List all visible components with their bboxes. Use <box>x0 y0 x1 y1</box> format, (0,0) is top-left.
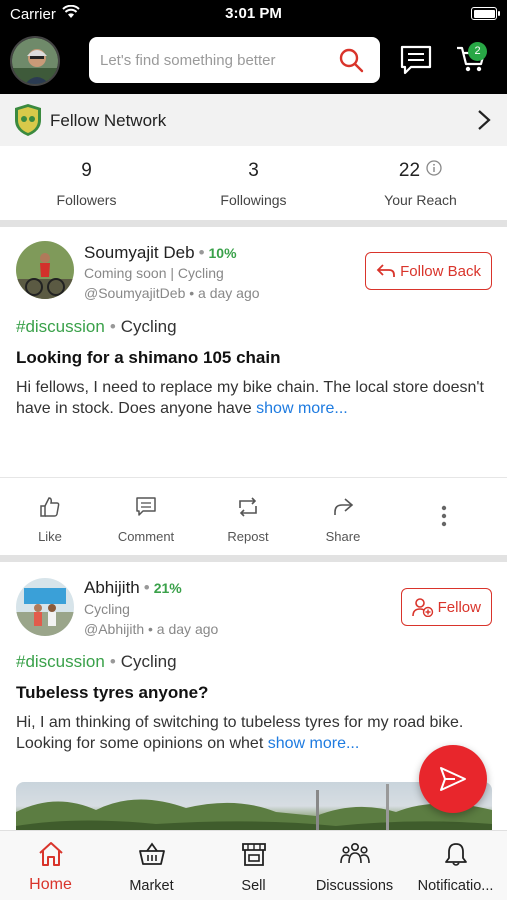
cart-count-badge: 2 <box>468 42 487 61</box>
status-bar: Carrier 3:01 PM <box>0 0 507 28</box>
post-card: Soumyajit Deb • 10% Coming soon | Cycling … <box>0 227 507 553</box>
post-author: Abhijith • 21% <box>84 578 182 597</box>
search-icon[interactable] <box>338 47 364 78</box>
tab-home-label: Home <box>29 876 72 893</box>
search-bar[interactable] <box>89 37 380 83</box>
follow-label: Fellow <box>437 598 481 616</box>
compose-post-button[interactable] <box>419 745 487 813</box>
app-header: 2 <box>0 28 507 94</box>
comment-label: Comment <box>117 529 175 544</box>
add-user-icon <box>411 598 433 617</box>
tab-notifications-label: Notificatio... <box>417 878 494 894</box>
tab-sell[interactable]: Sell <box>203 841 304 894</box>
post-meta: @Abhijith • a day ago <box>84 621 219 637</box>
share-icon <box>334 498 354 515</box>
tab-sell-label: Sell <box>241 878 266 894</box>
tab-notifications[interactable]: Notificatio... <box>405 841 506 894</box>
follow-back-button[interactable]: Follow Back <box>365 252 492 290</box>
share-label: Share <box>325 529 361 544</box>
author-name[interactable]: Abhijith <box>84 578 140 597</box>
stat-followers[interactable]: 9 Followers <box>2 160 171 208</box>
tab-market-label: Market <box>129 878 174 894</box>
send-icon <box>440 767 466 791</box>
author-name[interactable]: Soumyajit Deb <box>84 243 195 262</box>
fellow-network-row[interactable]: Fellow Network <box>0 94 507 146</box>
repost-button[interactable]: Repost <box>203 496 293 544</box>
section-divider <box>0 555 507 562</box>
battery-icon <box>471 7 500 20</box>
profile-avatar[interactable] <box>10 36 60 86</box>
post-author-avatar[interactable] <box>16 241 74 299</box>
author-subtitle: Cycling <box>84 601 130 617</box>
show-more-link[interactable]: show more... <box>268 735 360 752</box>
post-tag[interactable]: #discussion <box>16 317 105 336</box>
followers-count: 9 <box>81 160 92 181</box>
post-title[interactable]: Looking for a shimano 105 chain <box>16 348 281 368</box>
post-meta: @SoumyajitDeb • a day ago <box>84 285 260 301</box>
post-author: Soumyajit Deb • 10% <box>84 243 237 262</box>
messages-icon[interactable] <box>400 45 432 80</box>
like-button[interactable]: Like <box>5 496 95 544</box>
stat-reach[interactable]: 22 Your Reach <box>336 160 505 208</box>
post-category: Cycling <box>120 317 177 336</box>
post-tag[interactable]: #discussion <box>16 652 105 671</box>
followers-label: Followers <box>56 192 117 208</box>
post-title[interactable]: Tubeless tyres anyone? <box>16 683 208 703</box>
store-icon <box>241 843 266 866</box>
stats-row: 9 Followers 3 Followings 22 Your Reach <box>0 146 507 220</box>
follow-button[interactable]: Fellow <box>400 588 492 626</box>
tab-discussions-label: Discussions <box>315 878 394 894</box>
shield-icon <box>14 103 42 142</box>
comment-button[interactable]: Comment <box>101 496 191 544</box>
author-percent: 21% <box>153 580 182 596</box>
post-tagline: #discussion • Cycling <box>16 652 177 671</box>
info-icon[interactable] <box>426 160 442 182</box>
tab-discussions[interactable]: Discussions <box>304 841 405 894</box>
stat-followings[interactable]: 3 Followings <box>169 160 338 208</box>
thumbs-up-icon <box>40 497 60 517</box>
show-more-link[interactable]: show more... <box>256 400 348 417</box>
like-label: Like <box>38 529 62 544</box>
chevron-right-icon[interactable] <box>477 109 491 136</box>
repost-label: Repost <box>227 529 269 544</box>
author-percent: 10% <box>208 245 237 261</box>
post-body-text: Hi fellows, I need to replace my bike ch… <box>16 379 484 417</box>
clock: 3:01 PM <box>225 5 282 22</box>
tab-home[interactable]: Home <box>0 841 101 894</box>
post-author-avatar[interactable] <box>16 578 74 636</box>
fellow-network-title: Fellow Network <box>50 111 167 130</box>
author-subtitle: Coming soon | Cycling <box>84 265 224 281</box>
group-icon <box>339 842 370 864</box>
bottom-tab-bar: Home Market Sell Discussions Notificatio… <box>0 830 507 900</box>
post-actions: Like Comment Repost Share <box>0 477 507 555</box>
basket-icon <box>138 842 165 865</box>
post-body-text: Hi, I am thinking of switching to tubele… <box>16 714 464 752</box>
home-icon <box>38 842 63 866</box>
reach-count: 22 <box>398 160 421 182</box>
repost-icon <box>239 497 257 517</box>
comment-icon <box>136 497 156 516</box>
post-category: Cycling <box>120 652 177 671</box>
share-button[interactable]: Share <box>298 496 388 544</box>
reach-label: Your Reach <box>384 192 457 209</box>
post-tagline: #discussion • Cycling <box>16 317 177 336</box>
reply-arrow-icon <box>376 264 396 277</box>
post-body: Hi fellows, I need to replace my bike ch… <box>16 377 496 419</box>
search-input[interactable] <box>100 37 330 83</box>
bell-icon <box>444 843 467 866</box>
tab-market[interactable]: Market <box>101 841 202 894</box>
followings-count: 3 <box>248 160 259 181</box>
followings-label: Followings <box>220 192 287 208</box>
section-divider <box>0 220 507 227</box>
follow-back-label: Follow Back <box>400 262 481 280</box>
post-body: Hi, I am thinking of switching to tubele… <box>16 712 496 754</box>
more-options-icon[interactable] <box>436 504 452 533</box>
